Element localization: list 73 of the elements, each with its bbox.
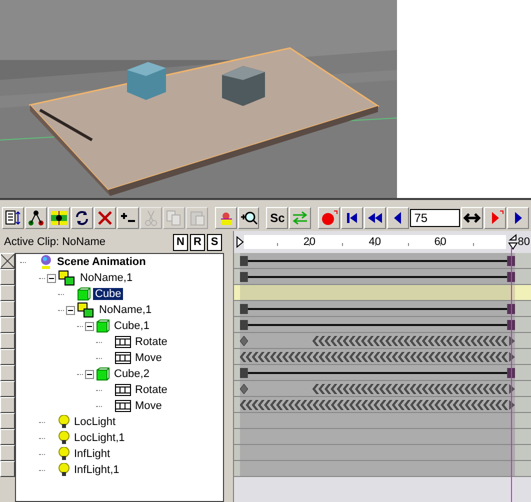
- cube-icon: [96, 367, 110, 381]
- film-icon[interactable]: [48, 207, 70, 229]
- tree-item[interactable]: Move: [133, 400, 164, 412]
- tree-item[interactable]: Rotate: [133, 384, 170, 396]
- ruler-label: 80: [518, 236, 531, 248]
- collapse-toggle[interactable]: [66, 306, 75, 314]
- collapse-all-button[interactable]: [0, 253, 15, 269]
- collapse-toggle[interactable]: [85, 322, 94, 330]
- refresh-icon[interactable]: [70, 207, 93, 229]
- ruler-label: 40: [368, 236, 381, 248]
- row-header-button[interactable]: [0, 349, 15, 365]
- scene-button[interactable]: Sc: [266, 207, 288, 229]
- row-header-button[interactable]: [0, 445, 15, 461]
- cube-icon: [96, 319, 110, 333]
- clip-mode-button[interactable]: N: [173, 234, 188, 250]
- properties-icon[interactable]: [2, 207, 24, 229]
- record-icon[interactable]: [318, 207, 340, 229]
- hierarchy-icon[interactable]: [24, 207, 47, 229]
- swap-icon[interactable]: [289, 207, 312, 229]
- row-header-button[interactable]: [0, 333, 15, 349]
- tree-item[interactable]: LocLight,1: [72, 432, 127, 444]
- tree-item[interactable]: Cube,2: [112, 368, 152, 380]
- next-key-icon[interactable]: [484, 207, 506, 229]
- zoom-icon[interactable]: [238, 207, 260, 229]
- collapse-toggle[interactable]: [85, 370, 94, 378]
- film-strip-icon: [115, 352, 131, 364]
- light-bulb-icon: [58, 415, 70, 429]
- tree-item[interactable]: NoName,1: [97, 304, 154, 316]
- light-bulb-icon: [58, 463, 70, 477]
- tree-item[interactable]: Move: [133, 352, 164, 364]
- row-header-button[interactable]: [0, 269, 15, 285]
- ruler-label: 60: [434, 236, 446, 248]
- row-header-button[interactable]: [0, 461, 15, 477]
- tree-item[interactable]: Cube: [93, 288, 124, 300]
- row-header-button[interactable]: [0, 381, 15, 397]
- light-bulb-icon: [58, 431, 70, 445]
- cubes-icon: [77, 302, 95, 318]
- tree-item[interactable]: NoName,1: [78, 272, 135, 284]
- tree-item[interactable]: LocLight: [72, 416, 118, 428]
- film-strip-icon: [115, 336, 131, 348]
- row-header-button[interactable]: [0, 365, 15, 381]
- row-header-button[interactable]: [0, 429, 15, 445]
- clip-mode-button[interactable]: R: [190, 234, 205, 250]
- cube-icon: [77, 287, 91, 301]
- tree-item[interactable]: Scene Animation: [55, 256, 148, 268]
- film-strip-icon: [115, 384, 131, 396]
- tree-item[interactable]: InfLight: [72, 448, 112, 460]
- active-clip-label: Active Clip: NoName: [4, 236, 106, 248]
- end-marker-icon[interactable]: [508, 234, 518, 250]
- cubes-icon: [58, 270, 76, 286]
- ruler-label: 20: [303, 236, 316, 248]
- bidir-icon[interactable]: [461, 207, 484, 229]
- tree-item[interactable]: Cube,1: [112, 320, 152, 332]
- delete-icon[interactable]: [94, 207, 116, 229]
- film-strip-icon: [115, 400, 131, 412]
- clip-mode-button[interactable]: S: [207, 234, 222, 250]
- rewind-icon[interactable]: [364, 207, 386, 229]
- row-header-button[interactable]: [0, 397, 15, 413]
- back-icon[interactable]: [387, 207, 410, 229]
- row-header-button[interactable]: [0, 285, 15, 301]
- first-icon[interactable]: [341, 207, 364, 229]
- row-header-button[interactable]: [0, 413, 15, 429]
- plusminus-icon[interactable]: [116, 207, 139, 229]
- tree-item[interactable]: InfLight,1: [72, 464, 122, 476]
- light-bulb-icon: [58, 447, 70, 461]
- row-header-button[interactable]: [0, 317, 15, 333]
- play-icon[interactable]: [507, 207, 530, 229]
- frame-field[interactable]: 75: [410, 209, 460, 227]
- paint-icon[interactable]: [214, 207, 237, 229]
- globe-icon: [39, 254, 53, 270]
- collapse-toggle[interactable]: [47, 274, 56, 282]
- row-header-button[interactable]: [0, 301, 15, 317]
- tree-item[interactable]: Rotate: [133, 336, 170, 348]
